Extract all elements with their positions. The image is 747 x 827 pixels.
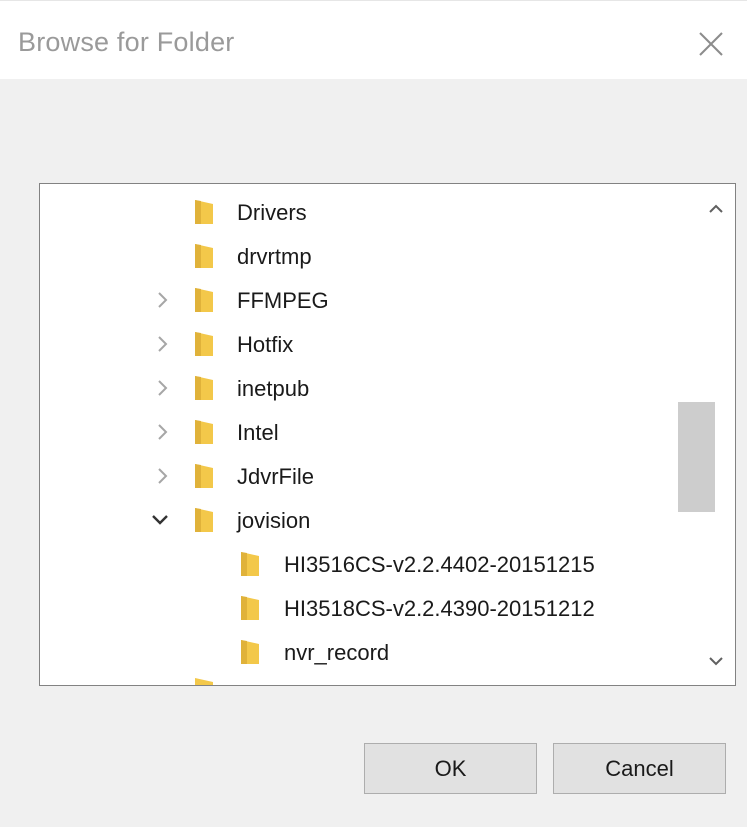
tree-item-ffmpeg[interactable]: FFMPEG: [40, 280, 680, 320]
chevron-right-icon[interactable]: [150, 376, 174, 400]
folder-icon: [193, 418, 215, 446]
folder-icon: [193, 198, 215, 226]
close-icon[interactable]: [694, 27, 728, 61]
tree-item-nvr-record[interactable]: nvr_record: [40, 632, 680, 672]
cancel-button[interactable]: Cancel: [553, 743, 726, 794]
tree-item-drvrtmp[interactable]: drvrtmp: [40, 236, 680, 276]
chevron-right-icon[interactable]: [150, 464, 174, 488]
tree-item-drivers[interactable]: Drivers: [40, 192, 680, 232]
folder-icon: [239, 638, 261, 666]
tree-item-label: JdvrFile: [237, 464, 315, 489]
tree-item-hotfix[interactable]: Hotfix: [40, 324, 680, 364]
dialog-title: Browse for Folder: [18, 27, 235, 57]
tree-item-label: drvrtmp: [237, 244, 312, 269]
tree-item-label: inetpub: [237, 376, 310, 401]
folder-icon: [193, 242, 215, 270]
folder-icon: [193, 462, 215, 490]
chevron-right-icon[interactable]: [150, 288, 174, 312]
folder-open-icon: [193, 506, 215, 534]
tree-item-label: Intel: [237, 420, 279, 445]
scroll-down-arrow-icon[interactable]: [701, 648, 731, 674]
tree-item-hi3516cs[interactable]: HI3516CS-v2.2.4402-20151215: [40, 544, 680, 584]
title-bar: Browse for Folder: [0, 1, 747, 79]
tree-item-label: FFMPEG: [237, 288, 329, 313]
ok-button[interactable]: OK: [364, 743, 537, 794]
chevron-right-icon[interactable]: [150, 420, 174, 444]
tree-item-label: Hotfix: [237, 332, 294, 357]
tree-item-intel[interactable]: Intel: [40, 412, 680, 452]
folder-icon: [193, 374, 215, 402]
chevron-right-icon[interactable]: [150, 332, 174, 356]
folder-icon: [193, 676, 215, 685]
scrollbar-thumb[interactable]: [678, 402, 715, 512]
tree-item-jdvrfile[interactable]: JdvrFile: [40, 456, 680, 496]
tree-item-label: nvr_record: [284, 640, 390, 665]
tree-item-label: HI3518CS-v2.2.4390-20151212: [284, 596, 595, 621]
tree-item-label: jovision: [237, 508, 311, 533]
folder-tree[interactable]: Drivers drvrtmp FFMPEG Hotfix inetpub In…: [39, 183, 736, 686]
folder-icon: [193, 330, 215, 358]
folder-icon: [193, 286, 215, 314]
chevron-down-icon[interactable]: [148, 508, 172, 532]
browse-for-folder-dialog: Browse for Folder Drivers drvrtmp FFMPEG…: [0, 0, 747, 827]
tree-item-inetpub[interactable]: inetpub: [40, 368, 680, 408]
tree-item-label: HI3516CS-v2.2.4402-20151215: [284, 552, 595, 577]
tree-item-label: Drivers: [237, 200, 307, 225]
folder-icon: [239, 550, 261, 578]
tree-item-hi3518cs[interactable]: HI3518CS-v2.2.4390-20151212: [40, 588, 680, 628]
folder-icon: [239, 594, 261, 622]
scroll-up-arrow-icon[interactable]: [701, 196, 731, 222]
tree-item-jovision[interactable]: jovision: [40, 500, 680, 540]
